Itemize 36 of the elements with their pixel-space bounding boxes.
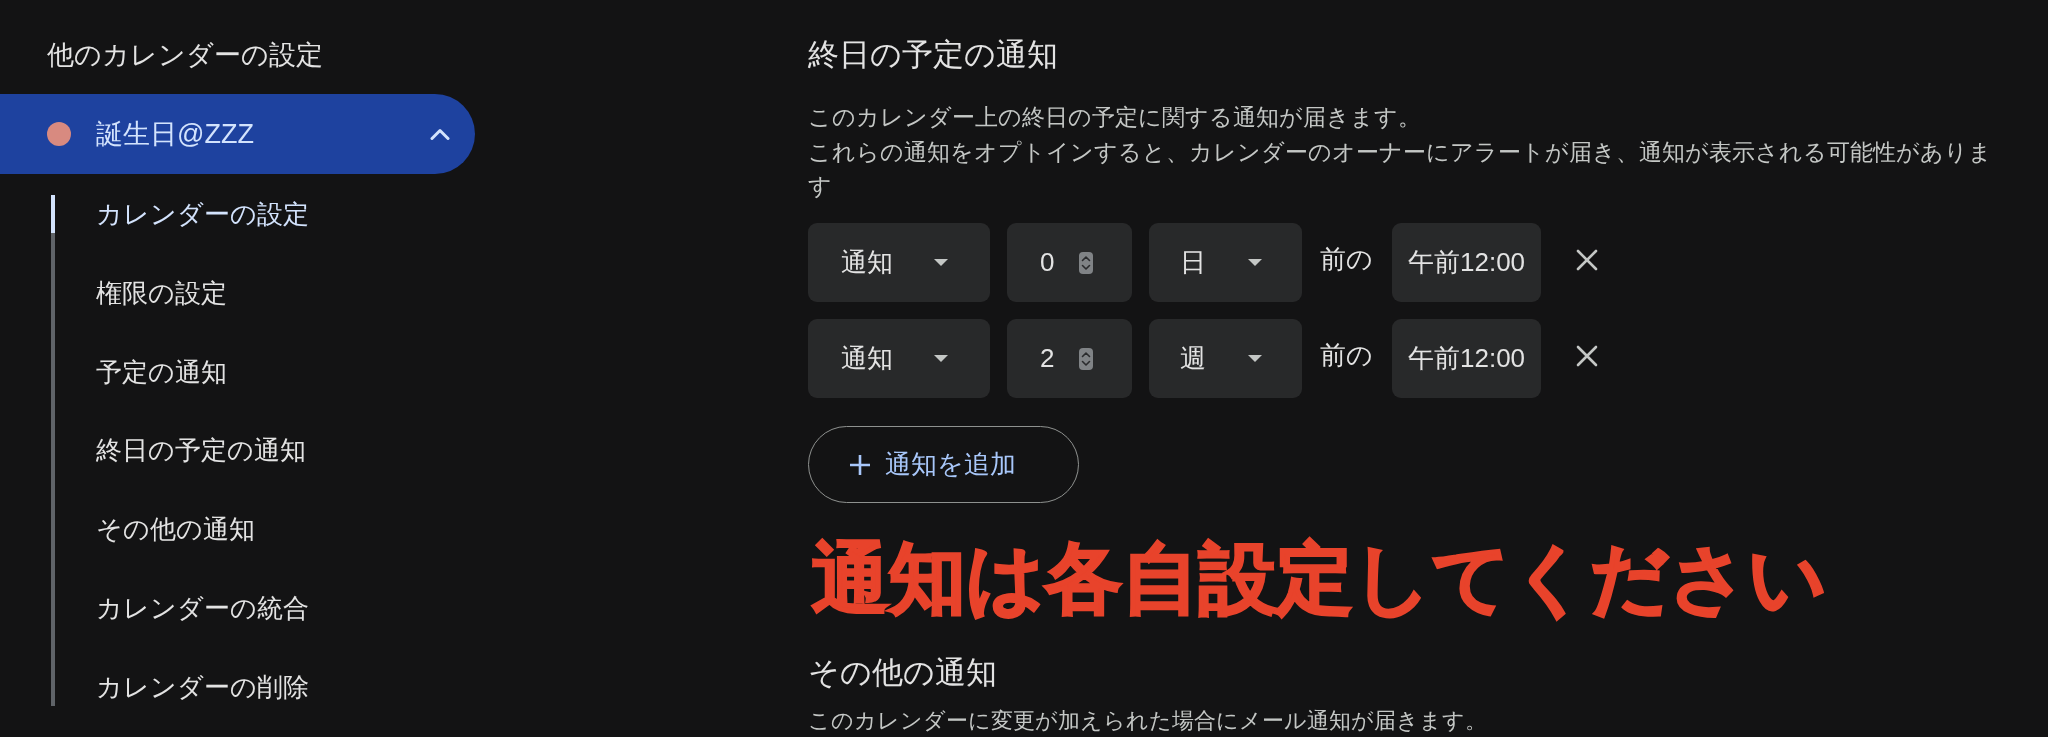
nav-item[interactable]: 終日の予定の通知 bbox=[51, 431, 309, 470]
caret-down-icon bbox=[1248, 355, 1262, 362]
nav-item[interactable]: その他の通知 bbox=[51, 510, 309, 549]
amount-field[interactable]: 2 bbox=[1007, 319, 1132, 398]
stepper-icon bbox=[1079, 251, 1094, 274]
section-heading: その他の通知 bbox=[808, 654, 997, 692]
settings-heading: 他のカレンダーの設定 bbox=[47, 39, 323, 72]
time-field[interactable]: 午前12:00 bbox=[1392, 319, 1542, 398]
description-text: これらの通知をオプトインすると、カレンダーのオーナーにアラートが届き、通知が表示される可能性があります bbox=[808, 138, 1993, 201]
remove-button[interactable] bbox=[1576, 344, 1599, 367]
description-text: このカレンダーに変更が加えられた場合にメール通知が届きます。 bbox=[808, 707, 1487, 735]
method-select[interactable]: 通知 bbox=[808, 223, 990, 302]
remove-button[interactable] bbox=[1576, 248, 1599, 271]
nav-item[interactable]: カレンダーの削除 bbox=[51, 667, 309, 706]
caret-down-icon bbox=[934, 355, 948, 362]
caret-down-icon bbox=[934, 259, 948, 266]
stepper-icon bbox=[1079, 347, 1094, 370]
time-field[interactable]: 午前12:00 bbox=[1392, 223, 1542, 302]
caret-down-icon bbox=[1248, 259, 1262, 266]
nav-item[interactable]: カレンダーの統合 bbox=[51, 589, 309, 627]
nav-item[interactable]: カレンダーの設定 bbox=[51, 195, 309, 233]
calendar-item[interactable]: 誕生日@ZZZ bbox=[0, 94, 475, 174]
nav-item[interactable]: 権限の設定 bbox=[51, 273, 309, 312]
method-select[interactable]: 通知 bbox=[808, 319, 990, 398]
unit-select[interactable]: 週 bbox=[1149, 319, 1302, 398]
before-label: 前の bbox=[1320, 243, 1373, 276]
section-heading: 終日の予定の通知 bbox=[808, 36, 1058, 74]
close-icon bbox=[1576, 344, 1599, 367]
amount-field[interactable]: 0 bbox=[1007, 223, 1132, 302]
before-label: 前の bbox=[1320, 339, 1373, 372]
annotation-text: 通知は各自設定してください bbox=[812, 534, 1827, 623]
nav-item[interactable]: 予定の通知 bbox=[51, 352, 309, 391]
plus-icon bbox=[849, 453, 871, 476]
close-icon bbox=[1576, 248, 1599, 271]
description-text: このカレンダー上の終日の予定に関する通知が届きます。 bbox=[808, 104, 1422, 132]
unit-select[interactable]: 日 bbox=[1149, 223, 1302, 302]
